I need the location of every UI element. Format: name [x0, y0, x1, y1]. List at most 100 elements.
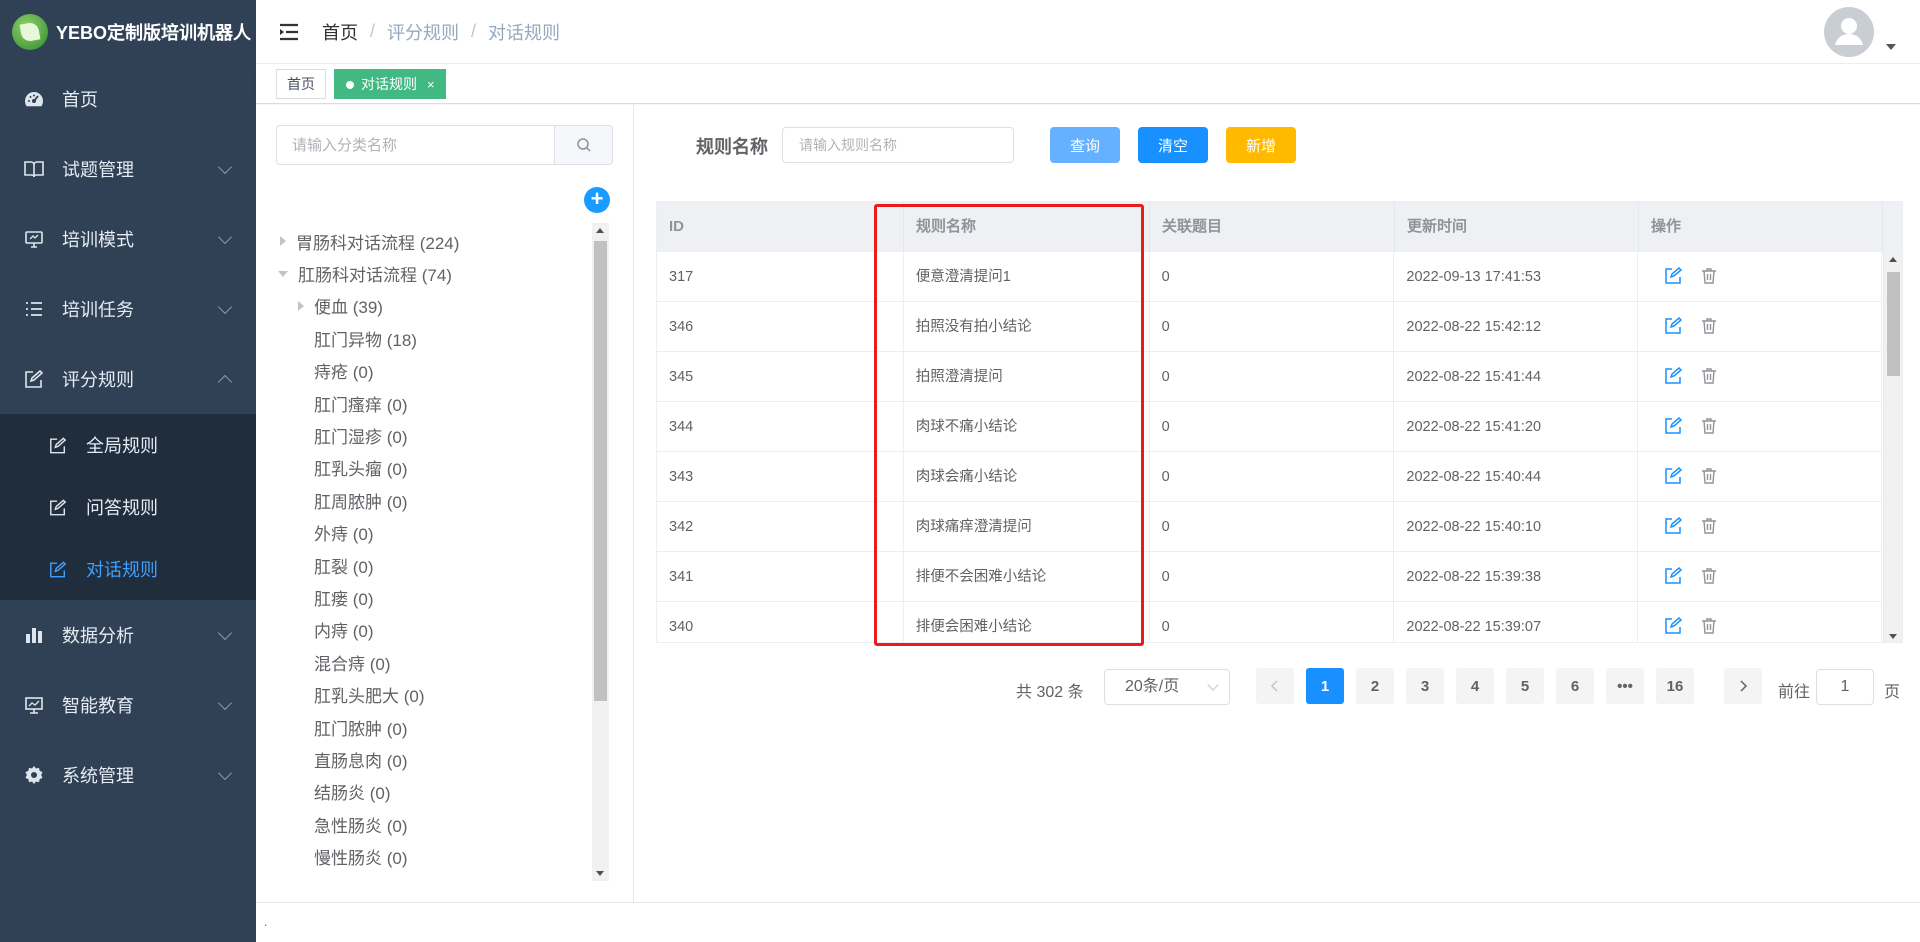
tag-home[interactable]: 首页 — [276, 69, 326, 99]
tree-node-label: 肛瘘 (0) — [314, 589, 374, 609]
tree-node[interactable]: 胃肠科对话流程 (224) — [276, 225, 594, 257]
rule-name-input[interactable] — [782, 127, 1014, 163]
caret-right-icon[interactable] — [280, 236, 286, 247]
tree-node[interactable]: 结肠炎 (0) — [276, 776, 594, 808]
page-button[interactable]: 1 — [1306, 668, 1344, 704]
cell-rule-name: 拍照没有拍小结论 — [904, 302, 1150, 352]
tree-node[interactable]: 外痔 (0) — [276, 517, 594, 549]
next-page-button[interactable] — [1724, 668, 1762, 704]
sidebar-item-questions[interactable]: 试题管理 — [0, 134, 256, 204]
tree-node[interactable]: 便血 (39) — [276, 290, 594, 322]
edit-icon[interactable] — [1664, 517, 1684, 537]
tree-node[interactable]: 肛乳头瘤 (0) — [276, 452, 594, 484]
logo-row[interactable]: YEBO定制版培训机器人 — [0, 0, 256, 64]
tree-node[interactable]: 肛门异物 (18) — [276, 322, 594, 354]
tree-scrollbar[interactable] — [592, 223, 609, 881]
sidebar-item-system[interactable]: 系统管理 — [0, 740, 256, 810]
rules-table: ID 规则名称 关联题目 更新时间 操作 317 便意澄清提问1 0 2022-09-… — [656, 201, 1903, 643]
delete-icon[interactable] — [1700, 467, 1720, 487]
scroll-down-icon[interactable] — [596, 871, 604, 876]
more-pages-button[interactable]: ••• — [1606, 668, 1644, 704]
edit-icon[interactable] — [1664, 367, 1684, 387]
page-button[interactable]: 6 — [1556, 668, 1594, 704]
scroll-up-icon[interactable] — [596, 228, 604, 233]
scroll-down-icon[interactable] — [1889, 634, 1897, 639]
tree-node[interactable]: 痔疮 (0) — [276, 355, 594, 387]
column-header-name: 规则名称 — [904, 202, 1150, 252]
monitor-icon — [24, 229, 44, 249]
sidebar-item-smart-education[interactable]: 智能教育 — [0, 670, 256, 740]
tree-node[interactable]: 肛门湿疹 (0) — [276, 419, 594, 451]
cell-rule-name: 排便不会困难小结论 — [904, 552, 1150, 602]
delete-icon[interactable] — [1700, 267, 1720, 287]
tree-node[interactable]: 慢性肠炎 (0) — [276, 840, 594, 872]
delete-icon[interactable] — [1700, 417, 1720, 437]
page-button[interactable]: 16 — [1656, 668, 1694, 704]
page-button[interactable]: 3 — [1406, 668, 1444, 704]
caret-down-icon[interactable] — [1886, 44, 1896, 50]
column-header-actions: 操作 — [1639, 202, 1883, 252]
tree-node[interactable]: 肛裂 (0) — [276, 549, 594, 581]
avatar[interactable] — [1824, 7, 1874, 57]
delete-icon[interactable] — [1700, 317, 1720, 337]
edit-icon[interactable] — [1664, 567, 1684, 587]
sidebar-item-scoring-rules[interactable]: 评分规则 — [0, 344, 256, 414]
tree-node-label: 肛裂 (0) — [314, 557, 374, 577]
page-button[interactable]: 5 — [1506, 668, 1544, 704]
sidebar-item-dialog-rules[interactable]: 对话规则 — [0, 538, 256, 600]
edit-icon[interactable] — [1664, 467, 1684, 487]
tag-active[interactable]: 对话规则 × — [334, 69, 446, 99]
delete-icon[interactable] — [1700, 567, 1720, 587]
tree-node[interactable]: 混合痔 (0) — [276, 646, 594, 678]
delete-icon[interactable] — [1700, 517, 1720, 537]
edit-icon[interactable] — [1664, 317, 1684, 337]
sidebar-item-global-rules[interactable]: 全局规则 — [0, 414, 256, 476]
sidebar-item-data-analysis[interactable]: 数据分析 — [0, 600, 256, 670]
caret-down-icon[interactable] — [278, 270, 288, 277]
tree-node[interactable]: 直肠息肉 (0) — [276, 743, 594, 775]
page-button[interactable]: 2 — [1356, 668, 1394, 704]
prev-page-button[interactable] — [1256, 668, 1294, 704]
tree-node[interactable]: 肛瘘 (0) — [276, 581, 594, 613]
sidebar-item-training-task[interactable]: 培训任务 — [0, 274, 256, 344]
scroll-up-icon[interactable] — [1889, 257, 1897, 262]
delete-icon[interactable] — [1700, 617, 1720, 637]
delete-icon[interactable] — [1700, 367, 1720, 387]
scrollbar-thumb[interactable] — [1887, 272, 1900, 376]
category-search-input[interactable] — [277, 126, 554, 164]
close-icon[interactable]: × — [427, 77, 435, 92]
app-title: YEBO定制版培训机器人 — [56, 23, 252, 43]
tree-node-label: 痔疮 (0) — [314, 363, 374, 383]
tree-node[interactable]: 急性肠炎 (0) — [276, 808, 594, 840]
query-button[interactable]: 查询 — [1050, 127, 1120, 163]
breadcrumb-home[interactable]: 首页 — [322, 19, 358, 45]
search-button[interactable] — [554, 126, 612, 164]
page-button[interactable]: 4 — [1456, 668, 1494, 704]
clear-button[interactable]: 清空 — [1138, 127, 1208, 163]
edit-icon[interactable] — [1664, 267, 1684, 287]
tree-node[interactable]: 肛门脓肿 (0) — [276, 711, 594, 743]
tree-node[interactable]: 内痔 (0) — [276, 614, 594, 646]
goto-page-input[interactable] — [1816, 669, 1874, 705]
page-size-select[interactable]: 20条/页 — [1104, 669, 1230, 705]
edit-icon[interactable] — [1664, 617, 1684, 637]
edit-icon[interactable] — [1664, 417, 1684, 437]
sidebar-item-qa-rules[interactable]: 问答规则 — [0, 476, 256, 538]
tree-node[interactable]: 肛周脓肿 (0) — [276, 484, 594, 516]
tree-node[interactable]: 肛肠科对话流程 (74) — [276, 257, 594, 289]
tree-node[interactable]: 肛门瘙痒 (0) — [276, 387, 594, 419]
sidebar-item-home[interactable]: 首页 — [0, 64, 256, 134]
add-category-button[interactable]: + — [584, 187, 610, 213]
chevron-down-icon — [217, 695, 233, 711]
hamburger-icon[interactable] — [278, 21, 300, 43]
cell-updated-time: 2022-08-22 15:40:10 — [1394, 502, 1639, 552]
sidebar-item-label: 问答规则 — [86, 498, 158, 518]
sidebar-item-training-mode[interactable]: 培训模式 — [0, 204, 256, 274]
tree-node-label: 胃肠科对话流程 (224) — [296, 233, 460, 253]
add-button[interactable]: 新增 — [1226, 127, 1296, 163]
table-scrollbar[interactable] — [1883, 252, 1902, 642]
scrollbar-thumb[interactable] — [594, 241, 607, 701]
tree-node[interactable]: 肛乳头肥大 (0) — [276, 678, 594, 710]
caret-right-icon[interactable] — [298, 300, 304, 311]
page-size-value: 20条/页 — [1125, 678, 1180, 695]
